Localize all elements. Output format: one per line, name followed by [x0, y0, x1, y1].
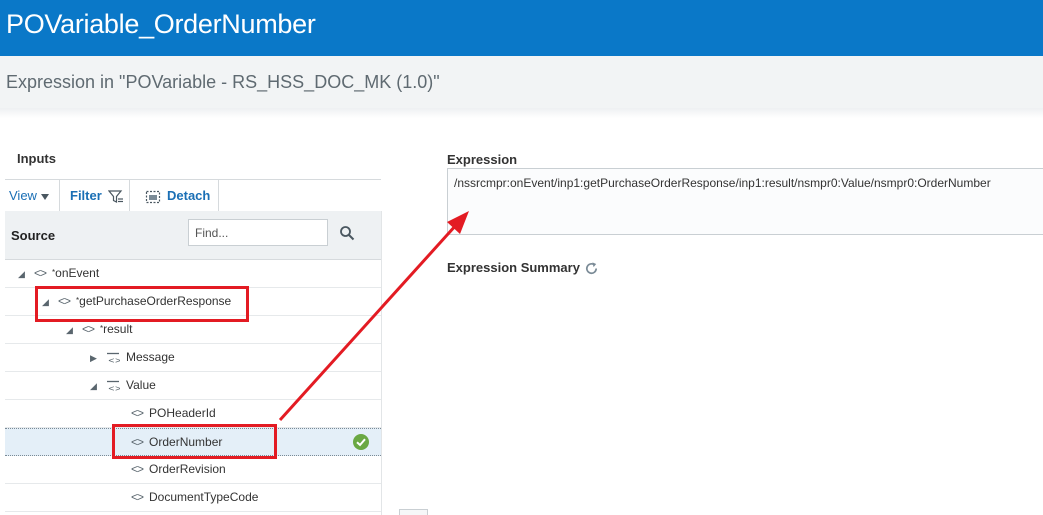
- expand-triangle-icon[interactable]: ▶: [90, 345, 100, 372]
- view-menu-button[interactable]: View: [9, 180, 49, 212]
- toolbar-divider: [59, 180, 60, 212]
- group-icon: <>: [107, 352, 120, 364]
- toolbar-divider: [129, 180, 130, 212]
- tree-row-getpurchaseorderresponse[interactable]: ◢ <> *getPurchaseOrderResponse: [5, 288, 381, 316]
- source-heading: Source: [11, 228, 56, 243]
- toolbar-divider: [218, 180, 219, 212]
- page-title: POVariable_OrderNumber: [6, 9, 316, 39]
- tree-node-label: OrderRevision: [149, 462, 226, 476]
- collapse-triangle-icon[interactable]: ◢: [66, 317, 76, 344]
- tree-row-documenttypecode[interactable]: <> DocumentTypeCode: [5, 484, 381, 512]
- sub-header: Expression in "POVariable - RS_HSS_DOC_M…: [0, 56, 1043, 109]
- element-icon: <>: [34, 266, 47, 280]
- expression-summary-heading: Expression Summary: [447, 260, 580, 275]
- detach-label: Detach: [167, 188, 211, 203]
- expression-heading: Expression: [447, 152, 518, 167]
- expression-context-title: Expression in "POVariable - RS_HSS_DOC_M…: [6, 72, 440, 92]
- svg-text:<>: <>: [108, 356, 120, 364]
- element-icon: <>: [131, 490, 144, 504]
- required-marker: *: [52, 268, 56, 277]
- splitter-handle[interactable]: [399, 509, 428, 515]
- filter-label: Filter: [70, 188, 102, 203]
- element-icon: <>: [131, 435, 144, 449]
- tree-node-label: result: [103, 322, 133, 336]
- filter-icon: [108, 189, 124, 203]
- find-input[interactable]: [188, 219, 328, 246]
- refresh-icon[interactable]: [584, 261, 599, 276]
- detach-icon: [145, 190, 161, 203]
- detach-button[interactable]: Detach: [145, 180, 210, 212]
- panel-divider: [0, 108, 1043, 118]
- svg-text:<>: <>: [108, 384, 120, 392]
- inputs-heading: Inputs: [17, 151, 56, 166]
- source-tree-panel: Source ◢<>*onEvent ◢<>*getPurchaseOrderR…: [5, 211, 382, 515]
- caret-down-icon: [40, 193, 49, 200]
- source-header: Source: [5, 211, 381, 260]
- tree-node-label: OrderNumber: [149, 435, 223, 449]
- tree-row-result[interactable]: ◢ <> *result: [5, 316, 381, 344]
- tree-row-poheaderid[interactable]: <> POHeaderId: [5, 400, 381, 428]
- element-icon: <>: [58, 294, 71, 308]
- expression-text: /nssrcmpr:onEvent/inp1:getPurchaseOrderR…: [454, 176, 991, 190]
- tree-node-label: Value: [126, 378, 156, 392]
- tree-node-label: getPurchaseOrderResponse: [79, 294, 232, 308]
- element-icon: <>: [82, 322, 95, 336]
- expression-editor[interactable]: /nssrcmpr:onEvent/inp1:getPurchaseOrderR…: [447, 168, 1043, 235]
- tree-node-label: POHeaderId: [149, 406, 216, 420]
- mapped-check-icon: [353, 434, 369, 450]
- collapse-triangle-icon[interactable]: ◢: [18, 261, 28, 288]
- view-label: View: [9, 188, 37, 203]
- required-marker: *: [76, 296, 80, 305]
- element-icon: <>: [131, 406, 144, 420]
- filter-button[interactable]: Filter: [70, 180, 124, 212]
- tree-row-onevent[interactable]: ◢ <> *onEvent: [5, 260, 381, 288]
- tree-node-label: DocumentTypeCode: [149, 490, 259, 504]
- tree-row-orderrevision[interactable]: <> OrderRevision: [5, 456, 381, 484]
- tree-node-label: Message: [126, 350, 175, 364]
- tree-row-message[interactable]: ▶ <> Message: [5, 344, 381, 372]
- tree-node-label: onEvent: [55, 266, 100, 280]
- tree-row-value[interactable]: ◢ <> Value: [5, 372, 381, 400]
- tree-row-ordernumber[interactable]: <> OrderNumber: [5, 428, 381, 456]
- inputs-toolbar: View Filter Detach: [5, 179, 381, 213]
- required-marker: *: [100, 324, 104, 333]
- collapse-triangle-icon[interactable]: ◢: [90, 373, 100, 400]
- collapse-triangle-icon[interactable]: ◢: [42, 289, 52, 316]
- group-icon: <>: [107, 380, 120, 392]
- title-bar: POVariable_OrderNumber: [0, 0, 1043, 56]
- search-icon[interactable]: [339, 225, 355, 241]
- element-icon: <>: [131, 462, 144, 476]
